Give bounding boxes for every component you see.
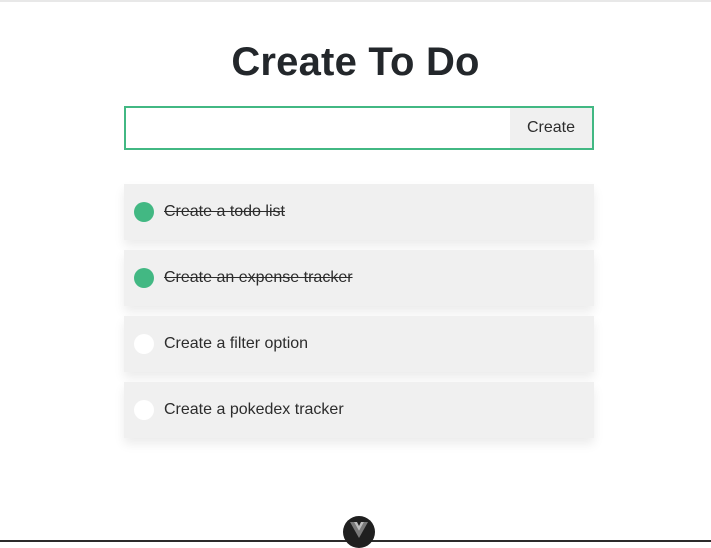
todo-status-toggle[interactable]	[134, 400, 154, 420]
create-todo-form: Create	[124, 106, 594, 150]
todo-list: Create a todo list Create an expense tra…	[124, 184, 594, 448]
todo-item[interactable]: Create an expense tracker	[124, 250, 594, 306]
todo-text: Create a pokedex tracker	[164, 401, 344, 418]
vue-devtools-button[interactable]	[343, 516, 375, 548]
todo-app: Create To Do Create Create a todo list C…	[0, 0, 711, 548]
todo-input[interactable]	[126, 108, 510, 148]
todo-text: Create an expense tracker	[164, 269, 353, 286]
todo-item[interactable]: Create a pokedex tracker	[124, 382, 594, 438]
todo-status-toggle[interactable]	[134, 268, 154, 288]
todo-item[interactable]: Create a filter option	[124, 316, 594, 372]
todo-item[interactable]: Create a todo list	[124, 184, 594, 240]
page-title: Create To Do	[231, 40, 480, 84]
todo-status-toggle[interactable]	[134, 334, 154, 354]
todo-text: Create a filter option	[164, 335, 309, 352]
todo-text: Create a todo list	[164, 203, 285, 220]
create-button[interactable]: Create	[510, 108, 592, 148]
vue-logo-icon	[350, 521, 368, 543]
todo-status-toggle[interactable]	[134, 202, 154, 222]
